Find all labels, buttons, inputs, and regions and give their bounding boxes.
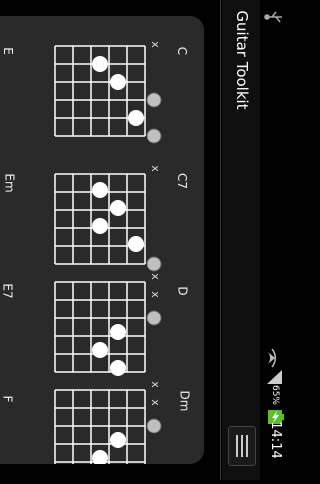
mute-marker: x <box>148 273 162 280</box>
open-string-dot <box>146 310 162 326</box>
finger-dot <box>92 450 108 464</box>
chord-name-c7[interactable]: C7 <box>175 173 189 189</box>
menu-button[interactable] <box>228 426 256 466</box>
open-string-dot <box>146 418 162 434</box>
finger-dot <box>92 182 108 198</box>
chord-name-d[interactable]: D <box>176 286 190 295</box>
menu-icon <box>246 435 248 457</box>
finger-dot <box>92 218 108 234</box>
chord-label-em: Em <box>2 173 17 193</box>
usb-icon <box>264 11 282 23</box>
wifi-icon <box>268 348 276 368</box>
mute-marker: x <box>148 399 162 406</box>
finger-dot <box>92 342 108 358</box>
battery-percent: 65% <box>270 384 280 405</box>
mute-marker: x <box>148 291 162 298</box>
finger-dot <box>110 324 126 340</box>
finger-dot <box>110 200 126 216</box>
open-string-dot <box>146 128 162 144</box>
finger-dot <box>110 360 126 376</box>
chord-label-e7: E7 <box>0 283 15 299</box>
chord-diagrams <box>54 45 162 464</box>
finger-dot <box>110 74 126 90</box>
finger-dot <box>128 110 144 126</box>
open-string-dot <box>146 92 162 108</box>
clock: 14:14 <box>268 421 283 459</box>
chord-name-c[interactable]: C <box>175 47 189 55</box>
finger-dot <box>92 56 108 72</box>
mute-marker: x <box>148 381 162 388</box>
chord-label-e: E <box>0 47 15 55</box>
finger-dot <box>110 432 126 448</box>
mute-marker: x <box>148 41 162 48</box>
open-string-dot <box>146 256 162 272</box>
chord-label-f: F <box>0 395 15 403</box>
chord-panel[interactable]: C C7 D Dm x x x x x x E Em E7 F <box>0 16 204 464</box>
chord-grid <box>54 281 146 373</box>
menu-icon <box>241 435 243 457</box>
divider <box>220 0 221 480</box>
app-title: Guitar Toolkit <box>233 10 251 110</box>
finger-dot <box>128 236 144 252</box>
chord-name-dm[interactable]: Dm <box>177 391 191 412</box>
mute-marker: x <box>148 165 162 172</box>
menu-icon <box>236 435 238 457</box>
